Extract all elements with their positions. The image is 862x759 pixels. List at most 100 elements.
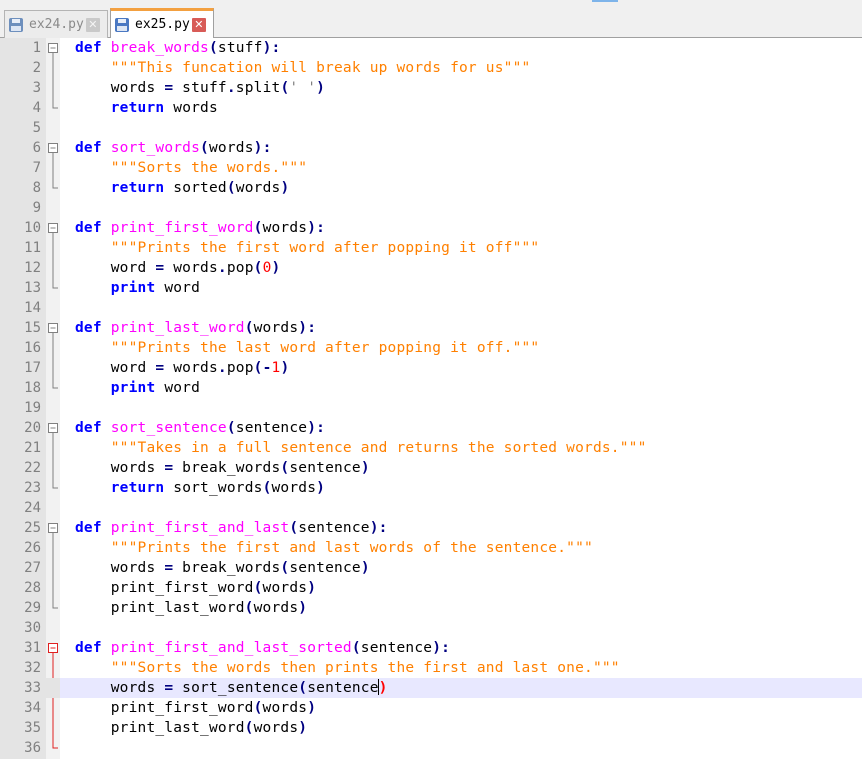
code-token: ) [360, 460, 370, 476]
code-token: ( [244, 320, 254, 336]
code-token: words [75, 680, 165, 696]
code-token: print_last_word [110, 320, 245, 336]
code-text[interactable]: print_last_word(words) [75, 598, 307, 618]
code-line[interactable]: 10 def print_first_word(words): [0, 218, 862, 238]
line-number: 27 [24, 560, 41, 576]
code-token: words [164, 260, 218, 276]
code-token: ) [307, 420, 317, 436]
code-token: ) [316, 80, 326, 96]
code-token: print [110, 380, 156, 396]
code-token: sentence [289, 460, 361, 476]
code-text[interactable]: """Prints the first and last words of th… [75, 538, 593, 558]
code-text[interactable]: words = break_words(sentence) [75, 458, 370, 478]
code-line[interactable]: 29 print_last_word(words) [0, 598, 862, 618]
code-line[interactable]: 9 [0, 198, 862, 218]
code-text[interactable]: word = words.pop(0) [75, 258, 281, 278]
close-icon[interactable]: ✕ [85, 17, 100, 32]
code-text[interactable]: def sort_sentence(sentence): [75, 418, 325, 438]
close-icon[interactable]: ✕ [191, 17, 206, 32]
code-text[interactable]: return sorted(words) [75, 178, 289, 198]
code-line[interactable]: 17 word = words.pop(-1) [0, 358, 862, 378]
code-line[interactable]: 8 return sorted(words) [0, 178, 862, 198]
code-line[interactable]: 1 def break_words(stuff): [0, 38, 862, 58]
code-line[interactable]: 16 """Prints the last word after popping… [0, 338, 862, 358]
code-text[interactable]: """Sorts the words then prints the first… [75, 658, 620, 678]
code-text[interactable]: def print_first_and_last_sorted(sentence… [75, 638, 450, 658]
code-text[interactable]: """This funcation will break up words fo… [75, 58, 531, 78]
code-token: words [253, 600, 299, 616]
code-line[interactable]: 34 print_first_word(words) [0, 698, 862, 718]
code-line[interactable]: 31 def print_first_and_last_sorted(senten… [0, 638, 862, 658]
code-line[interactable]: 26 """Prints the first and last words of… [0, 538, 862, 558]
code-line[interactable]: 11 """Prints the first word after poppin… [0, 238, 862, 258]
code-line[interactable]: 36 [0, 738, 862, 758]
code-text[interactable]: """Sorts the words.""" [75, 158, 307, 178]
code-text[interactable]: def print_last_word(words): [75, 318, 316, 338]
code-line[interactable]: 33 words = sort_sentence(sentence) [0, 678, 862, 698]
code-token: . [226, 80, 236, 96]
code-text[interactable]: return sort_words(words) [75, 478, 325, 498]
code-line[interactable]: 18 print word [0, 378, 862, 398]
code-text[interactable]: words = sort_sentence(sentence) [75, 678, 388, 698]
tab-ex25[interactable]: ex25.py ✕ [110, 8, 214, 39]
code-text[interactable]: def print_first_word(words): [75, 218, 325, 238]
code-line[interactable]: 5 [0, 118, 862, 138]
code-line[interactable]: 4 return words [0, 98, 862, 118]
code-text[interactable]: """Prints the last word after popping it… [75, 338, 539, 358]
code-text[interactable]: words = break_words(sentence) [75, 558, 370, 578]
code-token: = [164, 460, 174, 476]
code-text[interactable]: return words [75, 98, 218, 118]
code-token: words [262, 220, 308, 236]
code-token: print_last_word [75, 720, 245, 736]
code-token: . [217, 260, 227, 276]
code-text[interactable]: print_last_word(words) [75, 718, 307, 738]
code-line[interactable]: 21 """Takes in a full sentence and retur… [0, 438, 862, 458]
code-text[interactable]: """Takes in a full sentence and returns … [75, 438, 647, 458]
code-token: ) [298, 320, 308, 336]
code-line[interactable]: 22 words = break_words(sentence) [0, 458, 862, 478]
code-text[interactable]: print_first_word(words) [75, 698, 316, 718]
code-text[interactable]: def sort_words(words): [75, 138, 272, 158]
code-line[interactable]: 20 def sort_sentence(sentence): [0, 418, 862, 438]
code-text[interactable]: print_first_word(words) [75, 578, 316, 598]
code-line[interactable]: 14 [0, 298, 862, 318]
code-line[interactable]: 25 def print_first_and_last(sentence): [0, 518, 862, 538]
code-token: word [75, 360, 156, 376]
code-text[interactable]: words = stuff.split(' ') [75, 78, 325, 98]
code-line[interactable]: 6 def sort_words(words): [0, 138, 862, 158]
code-line[interactable]: 24 [0, 498, 862, 518]
code-text[interactable]: def break_words(stuff): [75, 38, 280, 58]
code-text[interactable]: print word [75, 278, 200, 298]
code-text[interactable]: print word [75, 378, 200, 398]
code-token: ) [262, 40, 272, 56]
code-line[interactable]: 30 [0, 618, 862, 638]
code-text[interactable]: word = words.pop(-1) [75, 358, 289, 378]
code-line[interactable]: 13 print word [0, 278, 862, 298]
code-token: sentence [360, 640, 433, 656]
code-line[interactable]: 2 """This funcation will break up words … [0, 58, 862, 78]
code-editor[interactable]: 1 def break_words(stuff): 2 """This funcat… [0, 38, 862, 759]
code-token: """This funcation will break up words fo… [110, 60, 531, 76]
code-line[interactable]: 32 """Sorts the words then prints the fi… [0, 658, 862, 678]
code-line[interactable]: 19 [0, 398, 862, 418]
code-line[interactable]: 15 def print_last_word(words): [0, 318, 862, 338]
code-line[interactable]: 28 print_first_word(words) [0, 578, 862, 598]
code-token: words [262, 700, 308, 716]
code-line[interactable]: 23 return sort_words(words) [0, 478, 862, 498]
code-line[interactable]: 35 print_last_word(words) [0, 718, 862, 738]
code-token: """Prints the last word after popping it… [110, 340, 540, 356]
code-line[interactable]: 3 words = stuff.split(' ') [0, 78, 862, 98]
code-token: words [75, 560, 165, 576]
code-text[interactable]: """Prints the first word after popping i… [75, 238, 539, 258]
tab-ex24[interactable]: ex24.py ✕ [4, 10, 108, 38]
code-token: def [75, 140, 102, 156]
line-number: 22 [24, 460, 41, 476]
code-line[interactable]: 12 word = words.pop(0) [0, 258, 862, 278]
line-number: 12 [24, 260, 41, 276]
code-token: ) [307, 580, 317, 596]
code-line[interactable]: 27 words = break_words(sentence) [0, 558, 862, 578]
code-line[interactable]: 7 """Sorts the words.""" [0, 158, 862, 178]
code-text[interactable]: def print_first_and_last(sentence): [75, 518, 388, 538]
line-number: 29 [24, 600, 41, 616]
